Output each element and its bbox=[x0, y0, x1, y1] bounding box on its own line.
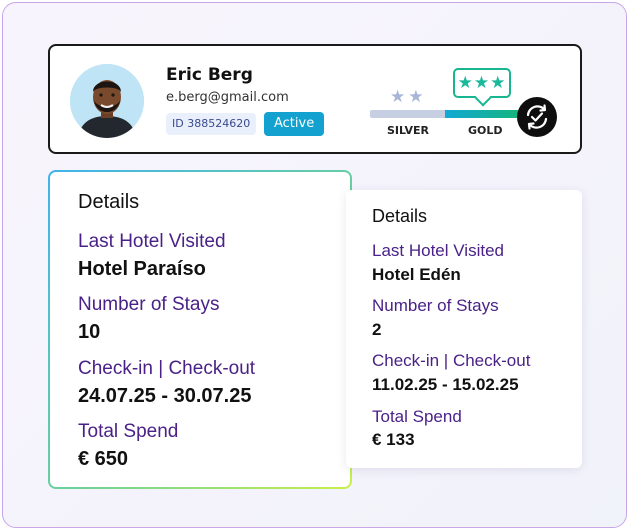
user-email[interactable]: e.berg@gmail.com bbox=[166, 90, 289, 105]
tier-label-gold: GOLD bbox=[468, 124, 503, 137]
avatar[interactable] bbox=[70, 64, 144, 138]
silver-stars: ★★ bbox=[390, 87, 427, 107]
profile-card: Eric Berg e.berg@gmail.com ID 388524620 … bbox=[48, 44, 582, 154]
total-spend-value: € 133 bbox=[372, 430, 415, 449]
star-icon: ★ bbox=[457, 73, 474, 93]
last-hotel-value: Hotel Paraíso bbox=[78, 258, 206, 280]
checkin-checkout-value: 11.02.25 - 15.02.25 bbox=[372, 375, 519, 394]
user-name: Eric Berg bbox=[166, 65, 253, 85]
star-icon: ★ bbox=[473, 73, 491, 93]
details-card-secondary: Details Last Hotel Visited Hotel Edén Nu… bbox=[346, 190, 582, 468]
last-hotel-value: Hotel Edén bbox=[372, 265, 461, 284]
stays-value: 10 bbox=[78, 321, 101, 343]
checkin-checkout-label: Check-in | Check-out bbox=[78, 358, 256, 379]
sync-check-glyph bbox=[526, 104, 548, 130]
details-title: Details bbox=[372, 206, 428, 226]
details-title: Details bbox=[78, 191, 140, 213]
tier-label-silver: SILVER bbox=[387, 124, 430, 137]
last-hotel-label: Last Hotel Visited bbox=[78, 231, 226, 252]
status-badge: Active bbox=[264, 112, 325, 136]
total-spend-label: Total Spend bbox=[372, 407, 462, 426]
star-icon: ★ bbox=[390, 87, 409, 107]
sync-check-icon[interactable] bbox=[517, 97, 557, 137]
last-hotel-label: Last Hotel Visited bbox=[372, 241, 504, 260]
stays-label: Number of Stays bbox=[78, 294, 220, 315]
stays-value: 2 bbox=[372, 320, 382, 339]
details-card-primary: Details Last Hotel Visited Hotel Paraíso… bbox=[48, 170, 352, 489]
total-spend-value: € 650 bbox=[78, 448, 129, 470]
tier-progress-bar bbox=[370, 110, 520, 118]
star-icon: ★ bbox=[408, 87, 427, 107]
total-spend-label: Total Spend bbox=[78, 421, 179, 442]
stays-label: Number of Stays bbox=[372, 296, 499, 315]
star-icon: ★ bbox=[490, 73, 507, 93]
user-id-badge: ID 388524620 bbox=[166, 113, 257, 135]
checkin-checkout-label: Check-in | Check-out bbox=[372, 351, 531, 370]
user-photo-icon bbox=[70, 64, 144, 138]
checkin-checkout-value: 24.07.25 - 30.07.25 bbox=[78, 385, 252, 407]
gold-stars-bubble: ★★★ bbox=[453, 68, 511, 98]
